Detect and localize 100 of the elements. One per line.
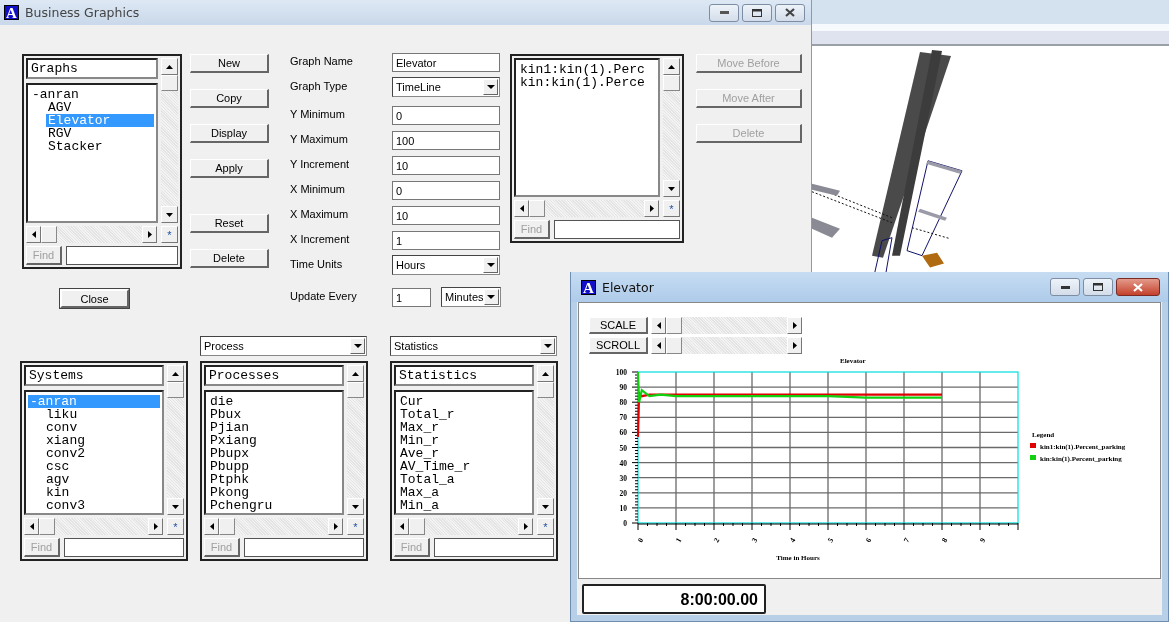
scroll-left-button[interactable] [651, 337, 666, 354]
horizontal-scrollbar[interactable] [204, 518, 343, 535]
list-box[interactable]: kin1:kin(1).Perc kin:kin(1).Perce [514, 58, 660, 197]
dropdown[interactable]: TimeLine [392, 77, 500, 97]
scroll-left-button[interactable] [394, 518, 409, 535]
tree-item[interactable]: Stacker [46, 140, 154, 153]
tree-item[interactable]: Ptphk [208, 473, 340, 486]
dropdown-arrow-button[interactable] [350, 338, 365, 354]
find-field[interactable] [434, 538, 554, 557]
input-field[interactable]: 1 [392, 288, 431, 307]
find-field[interactable] [66, 246, 178, 265]
scroll-up-button[interactable] [663, 58, 680, 75]
tree-item[interactable]: Max_a [398, 486, 530, 499]
tree-item[interactable]: AGV [46, 101, 154, 114]
tree-item[interactable]: AV_Time_r [398, 460, 530, 473]
scroll-right-button[interactable] [518, 518, 533, 535]
input-field[interactable]: 10 [392, 156, 500, 175]
expand-button[interactable]: * [347, 518, 364, 535]
scroll-down-button[interactable] [347, 498, 364, 515]
tree-item[interactable]: Max_r [398, 421, 530, 434]
scroll-right-button[interactable] [148, 518, 163, 535]
horizontal-scrollbar[interactable] [514, 200, 659, 217]
tree-item[interactable]: Pbupx [208, 447, 340, 460]
scroll-down-button[interactable] [663, 180, 680, 197]
tree-item[interactable]: agv [44, 473, 160, 486]
find-field[interactable] [244, 538, 364, 557]
tree-item[interactable]: conv2 [44, 447, 160, 460]
scroll-left-button[interactable] [514, 200, 529, 217]
scroll-down-button[interactable] [537, 498, 554, 515]
tree-item[interactable]: conv [44, 421, 160, 434]
dropdown-arrow-button[interactable] [540, 338, 555, 354]
vertical-scrollbar[interactable] [537, 365, 554, 515]
input-field[interactable]: 1 [392, 231, 500, 250]
scroll-down-button[interactable] [167, 498, 184, 515]
close-button[interactable] [1116, 278, 1160, 296]
vertical-scrollbar[interactable] [663, 58, 680, 197]
input-field[interactable]: 100 [392, 131, 500, 150]
tree-item[interactable]: RGV [46, 127, 154, 140]
tree-item[interactable]: conv3 [44, 499, 160, 512]
scroll-right-button[interactable] [328, 518, 343, 535]
input-field[interactable]: 0 [392, 181, 500, 200]
tree-item[interactable]: Pbupp [208, 460, 340, 473]
scroll-left-button[interactable] [204, 518, 219, 535]
scroll-down-button[interactable] [161, 206, 178, 223]
horizontal-scrollbar[interactable] [651, 317, 802, 334]
horizontal-scrollbar[interactable] [26, 226, 157, 243]
maximize-button[interactable] [1083, 278, 1113, 296]
find-field[interactable] [64, 538, 184, 557]
action-button[interactable]: Apply [190, 159, 269, 178]
minimize-button[interactable] [1050, 278, 1080, 296]
vertical-scrollbar[interactable] [167, 365, 184, 515]
dropdown[interactable]: Process [200, 336, 367, 356]
tree-item[interactable]: Pjian [208, 421, 340, 434]
tree-item[interactable]: Pchengru [208, 499, 340, 512]
dropdown[interactable]: Hours [392, 255, 500, 275]
dropdown-arrow-button[interactable] [483, 289, 499, 305]
action-button[interactable]: Delete [190, 249, 269, 268]
list-box[interactable]: Cur Total_r Max_r Min_r Ave_r AV_Time_r Total_a Max_a Min_a [394, 390, 534, 515]
scroll-thumb[interactable] [219, 518, 235, 535]
horizontal-scrollbar[interactable] [24, 518, 163, 535]
horizontal-scrollbar[interactable] [651, 337, 802, 354]
list-box[interactable]: -anran AGV Elevator RGV Stacker [26, 83, 158, 223]
tree-item[interactable]: Min_a [398, 499, 530, 512]
list-box[interactable]: die Pbux Pjian Pxiang Pbupx Pbupp Ptphk Pkong Pchengru [204, 390, 344, 515]
tree-item[interactable]: die [208, 395, 340, 408]
horizontal-scrollbar[interactable] [394, 518, 533, 535]
scale-button[interactable]: SCALE [589, 317, 648, 334]
tree-item[interactable]: Total_r [398, 408, 530, 421]
scroll-thumb[interactable] [409, 518, 425, 535]
dropdown-arrow-button[interactable] [483, 79, 498, 95]
dropdown[interactable]: Minutes [441, 287, 501, 307]
tree-item[interactable]: Pxiang [208, 434, 340, 447]
action-button[interactable]: New [190, 54, 269, 73]
scroll-thumb[interactable] [167, 382, 184, 398]
scroll-up-button[interactable] [347, 365, 364, 382]
tree-item[interactable]: -anran [30, 88, 154, 101]
scroll-thumb[interactable] [529, 200, 545, 217]
tree-item[interactable]: Total_a [398, 473, 530, 486]
scroll-right-button[interactable] [142, 226, 157, 243]
vertical-scrollbar[interactable] [347, 365, 364, 515]
tree-item[interactable]: xiang [44, 434, 160, 447]
action-button[interactable]: Reset [190, 214, 269, 233]
scroll-up-button[interactable] [537, 365, 554, 382]
scroll-up-button[interactable] [161, 58, 178, 75]
scroll-right-button[interactable] [644, 200, 659, 217]
scroll-thumb[interactable] [666, 337, 682, 354]
tree-item[interactable]: kin [44, 486, 160, 499]
input-field[interactable]: 0 [392, 106, 500, 125]
action-button[interactable]: Display [190, 124, 269, 143]
scroll-thumb[interactable] [537, 382, 554, 398]
scroll-thumb[interactable] [161, 75, 178, 91]
tree-item[interactable]: liku [44, 408, 160, 421]
dropdown-arrow-button[interactable] [483, 257, 498, 273]
dropdown[interactable]: Statistics [390, 336, 557, 356]
scroll-right-button[interactable] [787, 337, 802, 354]
tree-item[interactable]: Cur [398, 395, 530, 408]
tree-item[interactable]: Pbux [208, 408, 340, 421]
close-dialog-button[interactable]: Close [60, 289, 129, 308]
input-field[interactable]: 10 [392, 206, 500, 225]
input-field[interactable]: Elevator [392, 53, 500, 72]
